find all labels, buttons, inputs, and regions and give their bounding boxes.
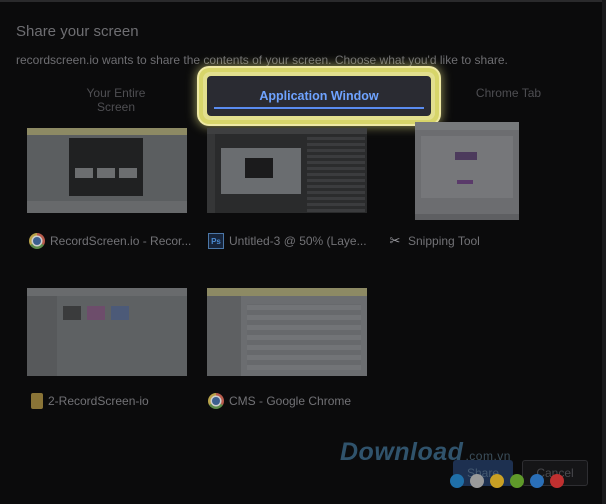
window-label: 2-RecordScreen-io — [48, 394, 149, 408]
chrome-icon — [208, 393, 224, 409]
window-thumbnail — [27, 288, 187, 376]
tab-application-window[interactable]: Application Window — [207, 76, 431, 116]
dialog-subtitle: recordscreen.io wants to share the conte… — [16, 53, 508, 67]
window-thumbnail — [207, 288, 367, 376]
watermark-dots — [450, 474, 564, 488]
window-label: Untitled-3 @ 50% (Laye... — [229, 234, 367, 248]
watermark-brand: Download — [340, 438, 464, 466]
watermark-dot — [450, 474, 464, 488]
window-label: CMS - Google Chrome — [229, 394, 352, 408]
tab-chrome-tab[interactable]: Chrome Tab — [456, 86, 561, 100]
window-top-border — [0, 0, 606, 2]
scissors-icon: ✂ — [389, 233, 401, 248]
tab-application-window-label: Application Window — [259, 89, 379, 103]
window-label: Snipping Tool — [408, 234, 480, 248]
tab-entire-screen[interactable]: Your Entire Screen — [66, 86, 166, 114]
folder-icon — [31, 393, 43, 409]
dialog-title: Share your screen — [16, 23, 139, 40]
window-thumbnail — [415, 122, 519, 220]
window-thumbnail — [27, 128, 187, 213]
watermark-dot — [470, 474, 484, 488]
window-label: RecordScreen.io - Recor... — [50, 234, 192, 248]
window-right-border — [602, 0, 606, 504]
watermark-logo: Download .com.vn — [340, 438, 511, 467]
watermark-dot — [490, 474, 504, 488]
watermark-suffix: .com.vn — [465, 449, 511, 463]
tab-active-underline — [214, 107, 424, 109]
watermark-dot — [510, 474, 524, 488]
chrome-icon — [29, 233, 45, 249]
watermark-dot — [530, 474, 544, 488]
tab-highlight: Application Window — [199, 68, 439, 124]
window-thumbnail — [207, 128, 367, 213]
photoshop-icon: Ps — [208, 233, 224, 249]
watermark-dot — [550, 474, 564, 488]
